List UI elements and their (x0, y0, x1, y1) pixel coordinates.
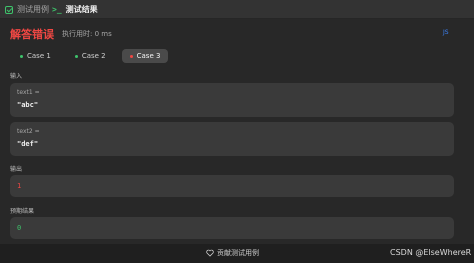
tab-test-cases[interactable]: 测试用例 (5, 0, 49, 19)
param-name: text1 = (17, 89, 40, 96)
expected-label: 预期结果 (10, 208, 35, 215)
result-status-title: 解答错误 (10, 28, 54, 41)
contribute-testcase-button[interactable]: 贡献测试用例 (206, 248, 259, 258)
tab-divider (47, 5, 48, 14)
output-value: 1 (17, 182, 22, 190)
top-tab-bar: 测试用例 >_ 测试结果 (0, 0, 474, 19)
expected-value: 0 (17, 224, 22, 232)
output-box[interactable]: 1 (10, 175, 454, 197)
case-tabs: Case 1 Case 2 Case 3 (12, 49, 176, 63)
tab-test-cases-label: 测试用例 (17, 5, 49, 14)
param-name: text2 = (17, 128, 40, 135)
input-label: 输入 (10, 73, 23, 80)
case-tab-label: Case 1 (27, 52, 51, 60)
watermark: CSDN @ElseWhereR (390, 248, 472, 257)
terminal-prompt-icon: >_ (52, 5, 62, 14)
output-label: 输出 (10, 166, 23, 173)
tab-test-results-label: 测试结果 (65, 5, 98, 14)
case-tab-2[interactable]: Case 2 (67, 49, 114, 63)
param-value: "abc" (17, 101, 39, 109)
status-dot (74, 54, 78, 58)
heart-icon (206, 249, 214, 257)
status-dot (129, 54, 133, 58)
check-square-icon (5, 5, 13, 14)
input-param-box-2[interactable]: text2 = "def" (10, 122, 454, 156)
input-param-box-1[interactable]: text1 = "abc" (10, 83, 454, 117)
expected-box[interactable]: 0 (10, 217, 454, 239)
result-header: 解答错误 执行用时: 0 ms (10, 27, 112, 41)
runtime-text: 执行用时: 0 ms (62, 30, 112, 38)
param-value: "def" (17, 140, 39, 148)
case-tab-label: Case 3 (136, 52, 161, 60)
case-tab-1[interactable]: Case 1 (12, 49, 59, 63)
status-dot (20, 54, 23, 58)
case-tab-3[interactable]: Case 3 (121, 49, 169, 63)
language-link[interactable]: JS (443, 29, 449, 36)
case-tab-label: Case 2 (81, 52, 106, 60)
tab-test-results[interactable]: >_ 测试结果 (52, 0, 98, 19)
contribute-label: 贡献测试用例 (217, 249, 259, 257)
